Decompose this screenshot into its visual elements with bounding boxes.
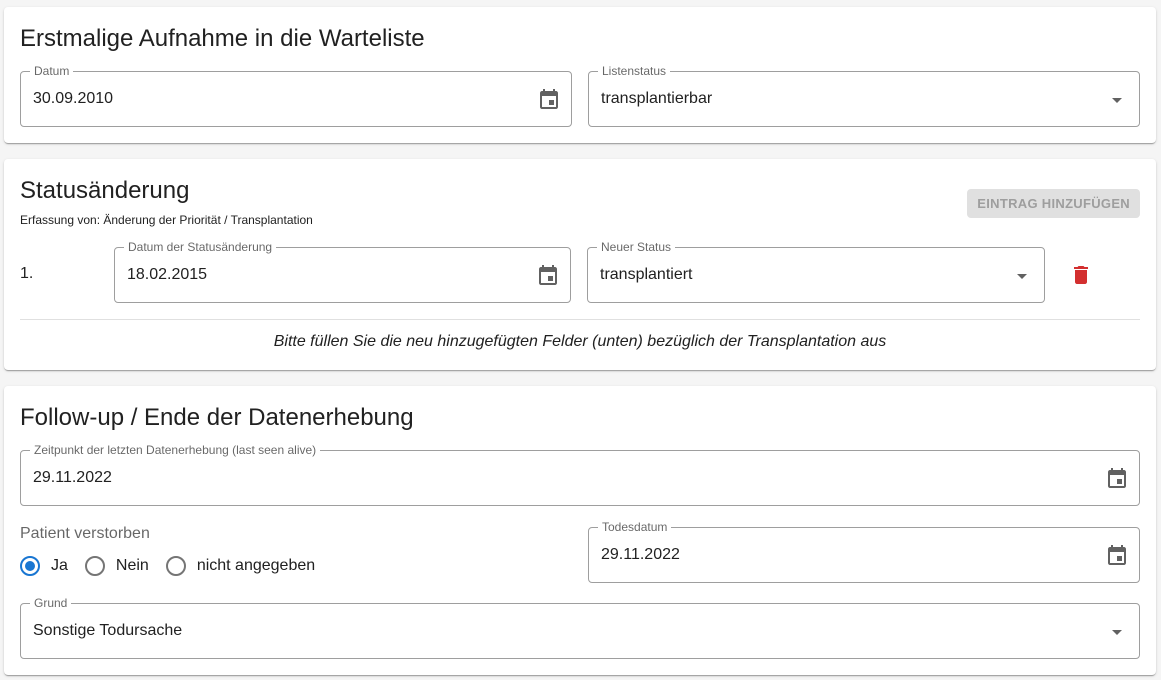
radio-unchecked-icon[interactable] [84,556,105,576]
calendar-icon[interactable] [536,264,560,288]
arrow-drop-down-icon[interactable] [1105,620,1129,644]
last-seen-value[interactable]: 29.11.2022 [33,468,112,488]
listing-status-value[interactable]: transplantierbar [601,89,712,109]
first-listing-card: Erstmalige Aufnahme in die Warteliste Da… [4,7,1156,143]
followup-title: Follow-up / Ende der Datenerhebung [20,404,414,431]
death-reason-select[interactable]: Grund Sonstige Todursache [20,595,1140,659]
radio-label-ja[interactable]: Ja [51,557,68,575]
last-seen-date-field[interactable]: Zeitpunkt der letzten Datenerhebung (las… [20,442,1140,506]
patient-deceased-radio-group: Ja Nein nicht angegeben [20,554,332,578]
radio-label-nicht-angegeben[interactable]: nicht angegeben [197,557,315,575]
radio-option-nicht-angegeben[interactable]: nicht angegeben [165,556,315,576]
radio-unchecked-icon[interactable] [165,556,186,576]
last-seen-label: Zeitpunkt der letzten Datenerhebung (las… [30,442,321,458]
radio-option-ja[interactable]: Ja [20,556,68,576]
calendar-icon[interactable] [537,88,561,112]
new-status-label: Neuer Status [597,239,676,255]
new-status-value[interactable]: transplantiert [600,265,693,285]
divider [20,319,1140,320]
status-change-subtitle: Erfassung von: Änderung der Priorität / … [20,213,313,227]
arrow-drop-down-icon[interactable] [1010,264,1034,288]
add-entry-button[interactable]: EINTRAG HINZUFÜGEN [967,189,1140,218]
status-change-date-value[interactable]: 18.02.2015 [127,265,207,285]
listing-date-value[interactable]: 30.09.2010 [33,89,113,109]
status-change-date-label: Datum der Statusänderung [124,239,277,255]
patient-deceased-label: Patient verstorben [20,525,150,542]
death-date-field[interactable]: Todesdatum 29.11.2022 [588,519,1140,583]
death-date-label: Todesdatum [598,519,672,535]
new-status-select[interactable]: Neuer Status transplantiert [587,239,1045,303]
radio-option-nein[interactable]: Nein [84,556,149,576]
calendar-icon[interactable] [1105,544,1129,568]
listing-date-field[interactable]: Datum 30.09.2010 [20,63,572,127]
trash-icon[interactable] [1069,263,1093,287]
transplant-info-note: Bitte füllen Sie die neu hinzugefügten F… [273,333,887,350]
status-change-card: Statusänderung Erfassung von: Änderung d… [4,159,1156,370]
arrow-drop-down-icon[interactable] [1105,88,1129,112]
followup-card: Follow-up / Ende der Datenerhebung Zeitp… [4,386,1156,675]
status-change-date-field[interactable]: Datum der Statusänderung 18.02.2015 [114,239,571,303]
listing-status-label: Listenstatus [598,63,671,79]
death-reason-value[interactable]: Sonstige Todursache [33,621,182,641]
status-change-title: Statusänderung [20,177,190,204]
listing-status-select[interactable]: Listenstatus transplantierbar [588,63,1140,127]
entry-number: 1. [20,265,34,282]
death-reason-label: Grund [30,595,72,611]
radio-label-nein[interactable]: Nein [116,557,149,575]
radio-checked-icon[interactable] [20,556,40,576]
listing-date-label: Datum [30,63,74,79]
calendar-icon[interactable] [1105,467,1129,491]
death-date-value[interactable]: 29.11.2022 [601,545,680,565]
first-listing-title: Erstmalige Aufnahme in die Warteliste [20,25,425,52]
